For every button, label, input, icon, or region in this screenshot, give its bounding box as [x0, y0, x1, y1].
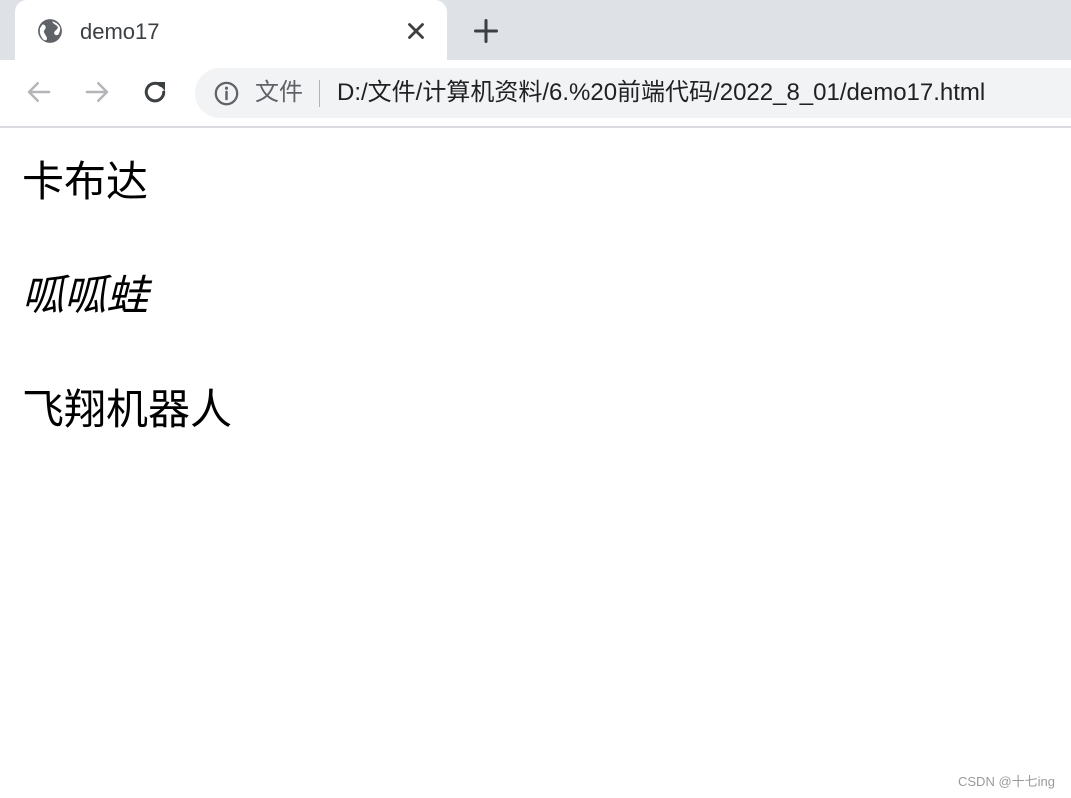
security-chip-label[interactable]: 文件	[255, 79, 303, 107]
arrow-left-icon[interactable]	[24, 77, 54, 107]
new-tab-button[interactable]	[472, 17, 500, 45]
browser-toolbar: 文件 D:/文件/计算机资料/6.%20前端代码/2022_8_01/demo1…	[0, 60, 1071, 128]
tab-strip: demo17	[0, 0, 1071, 60]
close-icon[interactable]	[403, 18, 429, 44]
text-line-kabuda: 卡布达	[22, 158, 149, 205]
text-line-flying-robot: 飞翔机器人	[22, 386, 233, 433]
arrow-right-icon[interactable]	[82, 77, 112, 107]
globe-icon	[38, 19, 62, 43]
tab-title: demo17	[80, 19, 160, 44]
page-content: 卡布达 呱呱蛙 飞翔机器人	[0, 128, 1071, 798]
watermark: CSDN @十七ing	[958, 774, 1055, 789]
address-bar[interactable]: 文件 D:/文件/计算机资料/6.%20前端代码/2022_8_01/demo1…	[195, 68, 1071, 118]
tab-demo17[interactable]: demo17	[15, 0, 447, 60]
divider	[319, 80, 320, 107]
info-icon[interactable]	[213, 80, 240, 107]
reload-icon[interactable]	[140, 77, 170, 107]
text-line-guaguawa: 呱呱蛙	[22, 272, 149, 319]
url-text[interactable]: D:/文件/计算机资料/6.%20前端代码/2022_8_01/demo17.h…	[337, 79, 985, 107]
